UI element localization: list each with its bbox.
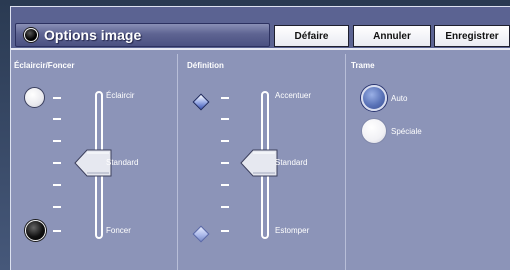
auto-radio-button[interactable] xyxy=(361,85,387,111)
lighten-darken-title: Éclaircir/Foncer xyxy=(14,61,75,70)
standard-label: Standard xyxy=(275,158,308,167)
title-bar: Options image xyxy=(15,23,270,47)
tick-mark xyxy=(53,118,61,120)
arrow-thumb-icon[interactable] xyxy=(239,148,279,178)
tick-mark xyxy=(53,140,61,142)
undo-button[interactable]: Défaire xyxy=(274,25,349,47)
definition-title: Définition xyxy=(187,61,224,70)
soften-label: Estomper xyxy=(275,226,310,235)
tick-mark xyxy=(221,97,229,99)
divider xyxy=(345,54,346,270)
divider xyxy=(177,54,178,270)
standard-label: Standard xyxy=(106,158,139,167)
tick-mark xyxy=(221,230,229,232)
image-options-panel: Options image Défaire Annuler Enregistre… xyxy=(10,6,510,270)
save-button[interactable]: Enregistrer xyxy=(434,25,510,47)
black-circle-icon[interactable] xyxy=(25,220,46,241)
auto-label: Auto xyxy=(391,94,408,103)
tick-mark xyxy=(53,230,61,232)
tick-mark xyxy=(53,206,61,208)
darken-label: Foncer xyxy=(106,226,131,235)
tick-mark xyxy=(53,184,61,186)
diamond-icon[interactable] xyxy=(192,225,210,243)
tick-mark xyxy=(221,184,229,186)
lighten-label: Éclaircir xyxy=(106,91,135,100)
sharpen-label: Accentuer xyxy=(275,91,312,100)
diamond-icon[interactable] xyxy=(192,93,210,111)
special-label: Spéciale xyxy=(391,127,422,136)
page-title: Options image xyxy=(44,27,142,43)
tick-mark xyxy=(221,140,229,142)
tick-mark xyxy=(53,162,61,164)
tick-mark xyxy=(221,162,229,164)
white-circle-icon[interactable] xyxy=(24,87,45,108)
tick-mark xyxy=(53,97,61,99)
tick-mark xyxy=(221,206,229,208)
cancel-button[interactable]: Annuler xyxy=(353,25,431,47)
header-bar: Options image Défaire Annuler Enregistre… xyxy=(11,7,510,50)
black-circle-icon xyxy=(24,28,38,42)
screen-title: Trame xyxy=(351,61,375,70)
special-radio-button[interactable] xyxy=(361,118,387,144)
tick-mark xyxy=(221,118,229,120)
